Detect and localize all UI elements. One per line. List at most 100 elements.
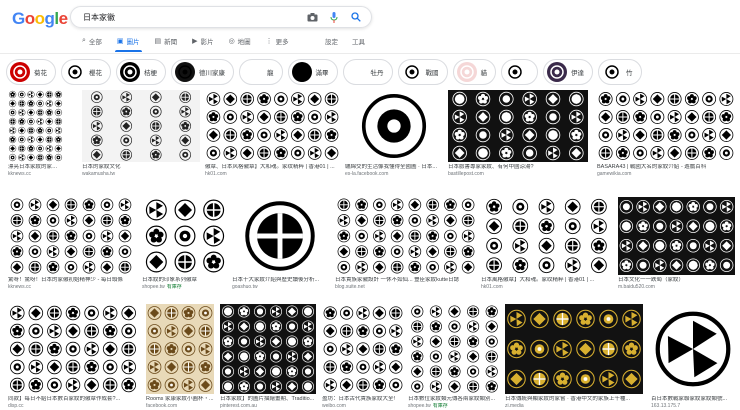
search-box[interactable]: 日本家徽: [70, 6, 372, 28]
result-thumbnail[interactable]: [142, 197, 228, 275]
result-thumbnail[interactable]: [335, 197, 477, 275]
image-result[interactable]: 日本紋的印象系列徽章 shopee.tw 有庫存: [142, 197, 228, 291]
result-caption[interactable]: 漂亮日本家紋的家徽圖案高清圖... 漢字, 日本...: [8, 164, 63, 171]
result-caption[interactable]: 日本家紋】的圖片描繪畫期、Traditio...: [220, 396, 316, 403]
tools-link[interactable]: 工具: [352, 34, 365, 48]
result-thumbnail[interactable]: [322, 304, 404, 394]
result-thumbnail[interactable]: [505, 304, 643, 394]
chip-8[interactable]: 貓: [452, 59, 496, 85]
result-caption[interactable]: 同款】每日不給日本數百家紋的徽章作成套?...: [8, 396, 138, 403]
image-result[interactable]: 日本傳統與顯家紋的家嘗 · 香港中文的家族上千種... zi.media: [505, 304, 643, 410]
chip-1[interactable]: 櫻花: [61, 59, 111, 85]
result-source: kknews.cc: [8, 171, 63, 178]
result-thumbnail[interactable]: [82, 90, 200, 162]
image-result[interactable]: Rooms 家康家紋小圓杯・... facebook.com: [146, 304, 214, 410]
chip-2[interactable]: 桔梗: [116, 59, 166, 85]
image-result[interactable]: 日本的家紋文化 wakamusha.tw: [82, 90, 200, 178]
result-thumbnail[interactable]: [205, 90, 340, 162]
chip-3[interactable]: 德川家康: [171, 59, 234, 85]
result-thumbnail[interactable]: [8, 90, 63, 162]
result-source-domain: facebook.com: [146, 403, 178, 409]
result-caption[interactable]: 徽章、日本风格徽章】大和魂。家纹精粹 | 香港01 | ...: [205, 164, 340, 171]
result-caption[interactable]: 日本文化一一跌萄（家紋）: [618, 277, 735, 284]
result-thumbnail[interactable]: [597, 90, 735, 162]
image-result[interactable]: 日本家紋】的圖片描繪畫期、Traditio... pinterest.com.au: [220, 304, 316, 410]
result-thumbnail[interactable]: [146, 304, 214, 394]
chip-7[interactable]: 戰國: [397, 59, 448, 85]
image-result[interactable]: 百日本數戰家聯家紋家紋類號... 163.13.175.7: [651, 304, 735, 410]
tab-images[interactable]: ▣ 圖片: [114, 34, 142, 52]
image-result[interactable]: 日本文化一一跌萄（家紋） m.baidu520.com: [618, 197, 735, 291]
chip-thumbnail: [243, 62, 263, 82]
result-thumbnail[interactable]: [481, 197, 612, 275]
chip-10[interactable]: 伊達: [543, 59, 593, 85]
result-thumbnail[interactable]: [345, 90, 443, 162]
chip-4[interactable]: 龍: [239, 59, 283, 85]
result-source-domain: shopee.tw: [408, 403, 431, 409]
result-source-domain: kknews.cc: [8, 171, 32, 177]
result-thumbnail[interactable]: [651, 304, 735, 394]
tab-more[interactable]: ⋮ 更多: [266, 34, 289, 48]
result-source-domain: kknews.cc: [8, 284, 32, 290]
settings-link[interactable]: 設定: [325, 34, 338, 48]
logo-letter: o: [34, 9, 45, 28]
result-caption[interactable]: 日本傳統與顯家紋的家嘗 · 香港中文的家族上千種...: [505, 396, 643, 403]
image-result[interactable]: 同款】每日不給日本數百家紋的徽章作成套?... disp.cc: [8, 304, 138, 410]
result-caption[interactable]: Rooms 家康家紋小圓杯・...: [146, 396, 214, 403]
image-result[interactable]: 日本風格徽章】大和魂。家纹精粹 | 香港01 | ... hk01.com: [481, 197, 612, 291]
image-result[interactable]: 漂亮日本家紋的家徽圖案高清圖... 漢字, 日本...kknews.cc: [8, 90, 63, 178]
result-caption[interactable]: 日本臉書專家家紋、有何中國涼湯?: [448, 164, 588, 171]
tab-news[interactable]: ▤ 新聞: [155, 34, 178, 48]
result-thumbnail[interactable]: [618, 197, 735, 275]
chip-label: 貓: [480, 70, 488, 77]
result-caption[interactable]: 日本紋的印象系列徽章: [142, 277, 228, 284]
tab-videos[interactable]: ▶ 影片: [192, 34, 213, 48]
chip-thumbnail: [602, 62, 622, 82]
image-result[interactable]: 徽章、日本风格徽章】大和魂。家纹精粹 | 香港01 | ... hk01.com: [205, 90, 340, 178]
image-result[interactable]: 日本臉書專家家紋、有何中國涼湯? bastillepost.com: [448, 90, 588, 178]
result-thumbnail[interactable]: [408, 304, 501, 394]
result-source: wakamusha.tw: [82, 171, 200, 178]
camera-icon[interactable]: [305, 10, 319, 24]
image-result[interactable]: 日本數位家紋類元傳各兩家紋類別... shopee.tw 有庫存: [408, 304, 501, 410]
image-result[interactable]: 盈坊：日本古代貴族家紋大全! weibo.com: [322, 304, 404, 410]
result-caption[interactable]: 日本貴族家徽設計 一休不如仙... 豐臣家紋kutte日誌: [335, 277, 477, 284]
result-thumbnail[interactable]: [232, 197, 328, 275]
search-input[interactable]: 日本家徽: [83, 12, 297, 23]
chip-11[interactable]: 竹: [598, 59, 642, 85]
logo-letter: G: [12, 9, 25, 28]
result-caption[interactable]: 盈坊：日本古代貴族家紋大全!: [322, 396, 404, 403]
image-result[interactable]: BASARA43 | 戰國大名的家紋介紹 - 遊戲百科 gamewikia.com: [597, 90, 735, 178]
google-logo[interactable]: G o o g l e: [12, 9, 68, 29]
result-caption[interactable]: 日本風格徽章】大和魂。家纹精粹 | 香港01 | ...: [481, 277, 612, 284]
result-caption[interactable]: 百日本數戰家聯家紋家紋類號...: [651, 396, 735, 403]
chip-0[interactable]: 菊花: [6, 59, 56, 85]
mic-icon[interactable]: [327, 10, 341, 24]
result-caption[interactable]: 驚呀！驚呀！日本的家徽初始精神少 - 每日頭條: [8, 277, 134, 284]
result-thumbnail[interactable]: [448, 90, 588, 162]
result-caption[interactable]: 日本十大家紋介紹與歷史讀後分析...: [232, 277, 328, 284]
chip-9[interactable]: [501, 59, 538, 85]
image-result[interactable]: 驚呀！驚呀！日本的家徽初始精神少 - 每日頭條 kknews.cc: [8, 197, 134, 291]
chip-5[interactable]: 滿畢: [287, 59, 338, 85]
result-thumbnail[interactable]: [8, 197, 134, 275]
chip-6[interactable]: 牡丹: [342, 59, 393, 85]
chip-label: 伊達: [571, 70, 584, 77]
chip-thumbnail: [456, 62, 477, 82]
image-result[interactable]: 日本十大家紋介紹與歷史讀後分析... goashuo.tw: [232, 197, 328, 291]
play-icon: ▶: [192, 38, 198, 45]
result-caption[interactable]: 日本數位家紋類元傳各兩家紋類別...: [408, 396, 501, 403]
result-thumbnail[interactable]: [8, 304, 138, 394]
tab-all[interactable]: ⌕ 全部: [82, 34, 102, 48]
image-result[interactable]: 纏綿交的生活像我懂得全國圖 · 日本... es-la.facebook.com: [345, 90, 443, 178]
search-icon[interactable]: [349, 10, 363, 24]
header-divider: [0, 53, 740, 54]
tab-maps[interactable]: ◎ 地圖: [229, 34, 251, 48]
result-source-domain: gamewikia.com: [597, 171, 632, 177]
image-result[interactable]: 日本貴族家徽設計 一休不如仙... 豐臣家紋kutte日誌 blog.xuite.…: [335, 197, 477, 291]
result-thumbnail[interactable]: [220, 304, 316, 394]
result-caption[interactable]: BASARA43 | 戰國大名的家紋介紹 - 遊戲百科: [597, 164, 735, 171]
result-caption[interactable]: 纏綿交的生活像我懂得全國圖 · 日本...: [345, 164, 443, 171]
result-source: zi.media: [505, 403, 643, 410]
result-caption[interactable]: 日本的家紋文化: [82, 164, 200, 171]
